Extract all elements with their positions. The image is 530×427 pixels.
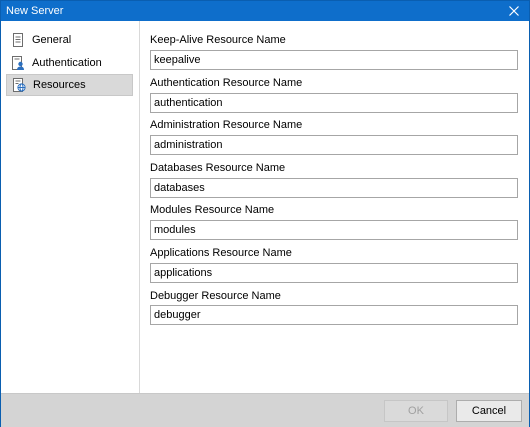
ok-button[interactable]: OK xyxy=(384,400,448,422)
keepalive-resource-input[interactable] xyxy=(150,50,518,70)
title-bar: New Server xyxy=(1,1,529,21)
sidebar-item-label: General xyxy=(32,34,72,46)
resource-globe-icon xyxy=(12,78,26,92)
applications-resource-label: Applications Resource Name xyxy=(150,247,292,259)
close-icon[interactable] xyxy=(503,1,525,21)
keepalive-resource-label: Keep-Alive Resource Name xyxy=(150,34,286,46)
debugger-resource-label: Debugger Resource Name xyxy=(150,290,281,302)
cancel-button[interactable]: Cancel xyxy=(456,400,522,422)
general-page-icon xyxy=(11,33,25,47)
resources-panel: Keep-Alive Resource Name Authentication … xyxy=(140,21,529,393)
new-server-dialog: New Server General Authentication Resour… xyxy=(0,0,530,427)
window-title: New Server xyxy=(6,5,64,17)
authentication-resource-label: Authentication Resource Name xyxy=(150,77,303,89)
applications-resource-input[interactable] xyxy=(150,263,518,283)
modules-resource-label: Modules Resource Name xyxy=(150,204,275,216)
sidebar: General Authentication Resources xyxy=(1,21,140,393)
sidebar-item-resources[interactable]: Resources xyxy=(6,74,133,96)
dialog-footer: OK Cancel xyxy=(1,393,529,427)
sidebar-item-authentication[interactable]: Authentication xyxy=(6,52,133,74)
debugger-resource-input[interactable] xyxy=(150,305,518,325)
databases-resource-label: Databases Resource Name xyxy=(150,162,286,174)
sidebar-item-label: Resources xyxy=(33,79,86,91)
user-badge-icon xyxy=(11,56,25,70)
sidebar-item-general[interactable]: General xyxy=(6,29,133,51)
authentication-resource-input[interactable] xyxy=(150,93,518,113)
modules-resource-input[interactable] xyxy=(150,220,518,240)
administration-resource-label: Administration Resource Name xyxy=(150,119,303,131)
administration-resource-input[interactable] xyxy=(150,135,518,155)
databases-resource-input[interactable] xyxy=(150,178,518,198)
sidebar-item-label: Authentication xyxy=(32,57,102,69)
